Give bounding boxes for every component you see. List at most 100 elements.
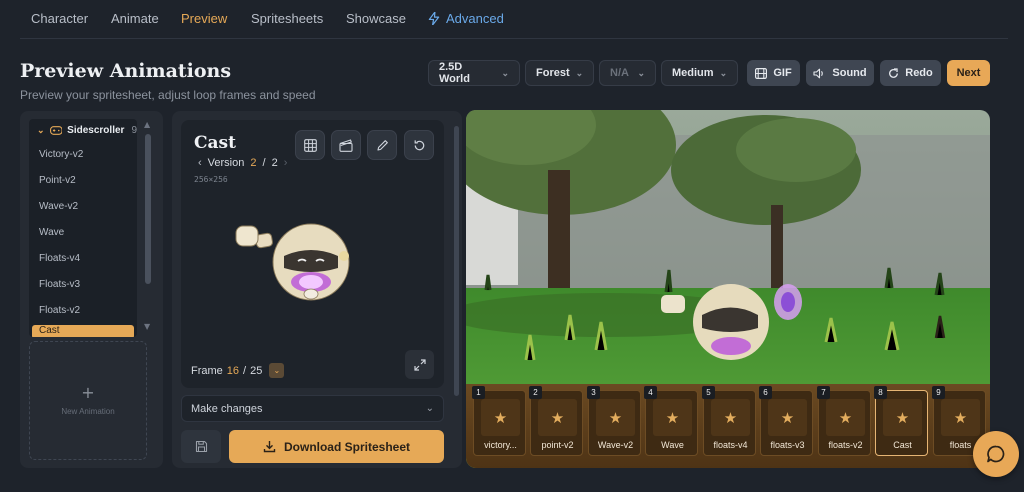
tab-showcase[interactable]: Showcase [346,11,406,26]
tile-name: floats-v3 [770,440,805,450]
chat-button[interactable] [973,431,1019,477]
scene-select[interactable]: Forest ⌄ [525,60,594,86]
redo-button[interactable]: Redo [880,60,941,86]
list-item-floats-v3[interactable]: Floats-v3 [39,279,80,290]
new-animation-button[interactable]: + New Animation [29,341,147,460]
new-animation-label: New Animation [61,406,115,416]
option-select-value: N/A [610,67,629,79]
chevron-down-icon: ⌄ [501,67,509,78]
lightning-icon [428,12,440,25]
star-icon: ★ [768,399,807,436]
film-tile-1[interactable]: 1 ★ victory... [472,386,526,456]
tab-advanced[interactable]: Advanced [428,11,504,26]
chevron-down-icon: ⌄ [719,67,728,78]
film-tile-4[interactable]: 4 ★ Wave [644,386,698,456]
save-icon [195,440,207,453]
film-tile-5[interactable]: 5 ★ floats-v4 [702,386,756,456]
clapperboard-button[interactable] [331,130,361,160]
version-total: 2 [271,157,278,169]
preview-scrollbar[interactable] [454,118,460,398]
star-icon: ★ [481,399,520,436]
version-switcher: ‹ Version 2 / 2 › [198,157,287,169]
chevron-down-icon[interactable]: ⌄ [269,363,285,378]
scrollbar-thumb[interactable] [145,134,151,284]
speaker-icon [813,68,824,78]
quality-select-value: Medium [672,67,714,79]
film-tile-7[interactable]: 7 ★ floats-v2 [817,386,871,456]
save-button[interactable] [181,430,221,463]
tab-advanced-label: Advanced [446,11,504,26]
quality-select[interactable]: Medium ⌄ [661,60,738,86]
animation-name: Cast [194,133,236,153]
film-tile-3[interactable]: 3 ★ Wave-v2 [587,386,641,456]
next-button[interactable]: Next [947,60,990,86]
frame-size: 256×256 [194,175,228,184]
tab-preview[interactable]: Preview [181,11,227,26]
expand-button[interactable] [405,350,434,379]
version-label: Version [207,157,245,169]
list-item-cast[interactable]: Cast [32,325,134,337]
tile-name: Wave-v2 [597,440,634,450]
chevron-down-icon: ⌄ [637,67,645,78]
gif-button-label: GIF [773,67,792,79]
tile-index: 5 [702,386,715,399]
chevron-right-icon[interactable]: › [284,157,288,169]
option-select[interactable]: N/A ⌄ [599,60,656,86]
tile-name: point-v2 [541,440,574,450]
tab-animate[interactable]: Animate [111,11,159,26]
tile-name: Wave [661,440,684,450]
tile-index: 2 [529,386,542,399]
download-icon [263,441,276,453]
redo-button-label: Redo [905,67,933,79]
scroll-up-icon[interactable]: ▲ [144,120,150,129]
frame-label: Frame [191,364,223,377]
character-sprite [235,223,350,301]
list-item-floats-v4[interactable]: Floats-v4 [39,253,80,264]
list-item-wave[interactable]: Wave [39,227,64,238]
tab-spritesheets[interactable]: Spritesheets [251,11,323,26]
make-changes-label: Make changes [191,402,263,415]
group-header-sidescroller[interactable]: ⌄ Sidescroller 9 [29,119,137,141]
frame-separator: / [243,364,247,377]
scene-select-value: Forest [536,67,570,79]
chevron-left-icon[interactable]: ‹ [198,157,202,169]
rotate-icon [414,139,424,150]
film-icon [755,67,768,79]
list-item-floats-v2[interactable]: Floats-v2 [39,305,80,316]
sound-button-label: Sound [832,67,867,79]
list-item-wave-v2[interactable]: Wave-v2 [39,201,78,212]
world-select[interactable]: 2.5D World ⌄ [428,60,520,86]
chat-bubble-icon [987,445,1005,463]
film-tile-6[interactable]: 6 ★ floats-v3 [759,386,813,456]
scrollbar-thumb[interactable] [454,126,459,396]
top-nav: Character Animate Preview Spritesheets S… [0,0,1024,40]
tile-index: 1 [472,386,485,399]
download-button-label: Download Spritesheet [283,439,411,454]
star-icon: ★ [883,399,922,436]
page-subtitle: Preview your spritesheet, adjust loop fr… [20,88,316,102]
expand-icon [413,358,426,371]
scroll-down-icon[interactable]: ▼ [144,322,150,331]
page-title: Preview Animations [20,60,232,82]
reset-button[interactable] [404,130,434,160]
list-scrollbar[interactable]: ▲ ▼ [144,120,152,332]
make-changes-dropdown[interactable]: Make changes ⌄ [181,395,444,422]
film-tile-2[interactable]: 2 ★ point-v2 [529,386,583,456]
list-item-victory-v2[interactable]: Victory-v2 [39,149,83,160]
tile-index: 9 [932,386,945,399]
film-tile-8[interactable]: 8 ★ Cast [874,386,928,456]
grid-view-button[interactable] [295,130,325,160]
animation-list[interactable]: ⌄ Sidescroller 9 Victory-v2 Point-v2 Wav… [29,119,137,337]
tab-character[interactable]: Character [31,11,88,26]
frame-total: 25 [250,364,263,377]
star-icon: ★ [711,399,750,436]
tile-name: Cast [893,440,912,450]
download-spritesheet-button[interactable]: Download Spritesheet [229,430,444,463]
sound-button[interactable]: Sound [806,60,874,86]
tile-index: 8 [874,386,887,399]
gif-button[interactable]: GIF [747,60,800,86]
star-icon: ★ [596,399,635,436]
edit-button[interactable] [367,130,397,160]
tile-index: 4 [644,386,657,399]
list-item-point-v2[interactable]: Point-v2 [39,175,76,186]
